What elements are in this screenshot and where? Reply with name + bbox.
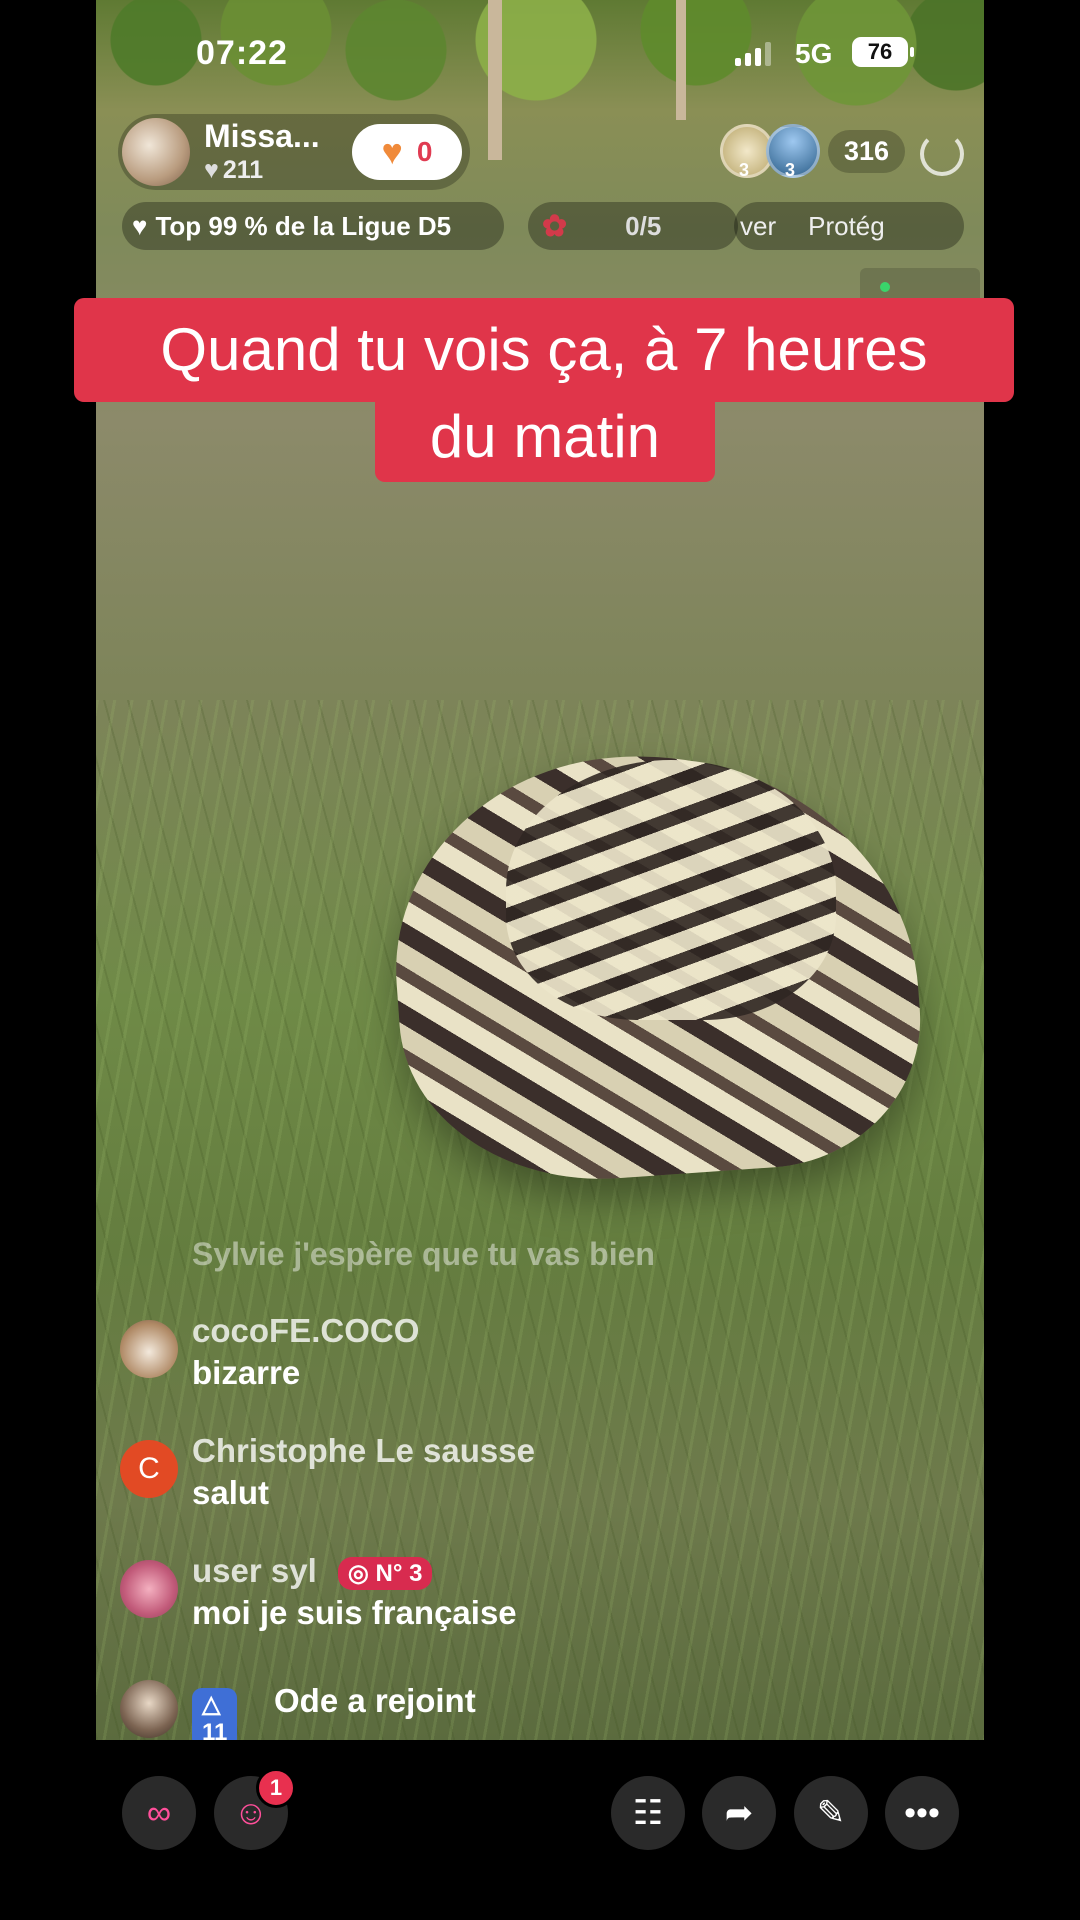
viewer-count[interactable]: 316	[828, 129, 906, 173]
host-avatar[interactable]	[122, 118, 190, 186]
join-text: Ode a rejoint	[274, 1682, 476, 1719]
caption-line-2: du matin	[375, 396, 715, 482]
league-label: Top 99 % de la Ligue D5	[155, 210, 452, 241]
comment[interactable]: cocoFE.COCO bizarre	[120, 1312, 820, 1402]
heart-icon: ♥	[204, 156, 219, 184]
gift-goal-pill[interactable]: ✿ 0/5	[528, 202, 738, 250]
viewer-list[interactable]: 3 3 316	[720, 124, 906, 180]
comment-user[interactable]: Christophe Le sausse	[192, 1432, 535, 1470]
comment[interactable]: user syl ◎ N° 3 moi je suis française	[120, 1552, 820, 1642]
comment-text: salut	[192, 1474, 270, 1511]
marquee-text: ver	[740, 210, 777, 241]
comment-avatar[interactable]	[120, 1320, 178, 1378]
caption-line-1: Quand tu vois ça, à 7 heures	[74, 298, 1014, 402]
host-name: Missa...	[204, 118, 320, 154]
host-likes: ♥ 211	[204, 156, 264, 184]
triangle-icon: △	[202, 1691, 221, 1718]
marquee-pill[interactable]: ver Protég	[734, 202, 964, 250]
friends-notification-badge: 1	[256, 1768, 296, 1808]
follow-button[interactable]: ♥ 0	[352, 124, 462, 180]
heart-icon: ♥	[381, 131, 403, 172]
network-type: 5G	[795, 38, 833, 69]
joined-avatar[interactable]	[120, 1680, 178, 1738]
comment-user-row[interactable]: user syl ◎ N° 3	[192, 1552, 433, 1590]
battery-icon: 76	[852, 37, 914, 67]
status-time: 07:22	[196, 34, 288, 72]
diamond-icon: ♥	[132, 210, 148, 241]
comment-user[interactable]: user syl	[192, 1552, 317, 1589]
comment-avatar[interactable]	[120, 1560, 178, 1618]
rose-icon: ✿	[542, 209, 568, 243]
magic-wand-icon[interactable]: ✎	[794, 1776, 868, 1850]
comment-user[interactable]: cocoFE.COCO	[192, 1312, 419, 1350]
link-icon[interactable]: ∞	[122, 1776, 196, 1850]
league-pill[interactable]: ♥ Top 99 % de la Ligue D5	[122, 202, 504, 250]
rank-badge: ◎ N° 3	[337, 1556, 433, 1590]
follow-count: 0	[416, 136, 433, 167]
gift-progress: 0/5	[625, 210, 662, 241]
viewer-avatar[interactable]: 3	[766, 124, 820, 180]
live-dot-icon	[880, 282, 890, 292]
comment-text: moi je suis française	[192, 1594, 517, 1631]
status-bar: 07:22 5G 76	[0, 28, 1080, 78]
vine-post	[488, 0, 502, 160]
signal-icon	[735, 42, 771, 66]
share-icon[interactable]: ➦	[702, 1776, 776, 1850]
comment-avatar[interactable]: C	[120, 1440, 178, 1498]
more-icon[interactable]: •••	[885, 1776, 959, 1850]
marquee-text: Protég	[808, 210, 885, 241]
comment-text: bizarre	[192, 1354, 301, 1391]
comment-icon[interactable]: ☷	[611, 1776, 685, 1850]
blanket-fold	[506, 760, 836, 1020]
power-icon[interactable]	[920, 132, 964, 176]
comment[interactable]: C Christophe Le sausse salut	[120, 1432, 820, 1522]
faded-comment: Sylvie j'espère que tu vas bien	[192, 1236, 655, 1272]
rank-icon: ◎	[347, 1559, 376, 1587]
